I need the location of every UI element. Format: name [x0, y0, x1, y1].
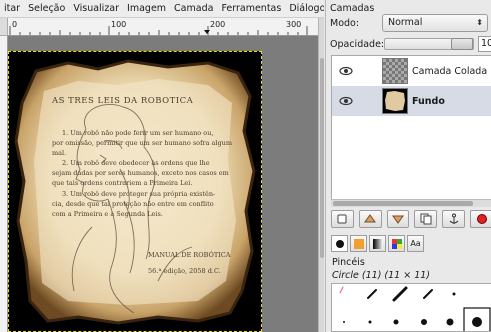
opacity-slider[interactable] — [384, 38, 474, 50]
menu-item-tools[interactable]: Ferramentas — [217, 0, 285, 17]
page-footer-edition: 56.ª edição, 2058 d.C. — [148, 267, 221, 275]
image-canvas[interactable]: AS TRES LEIS DA ROBOTICA 1. Um robô não … — [8, 36, 318, 332]
menu-item-view[interactable]: Visualizar — [69, 0, 123, 17]
ruler-label-300: 300 — [286, 20, 301, 29]
lower-layer-button[interactable] — [386, 210, 410, 228]
brush-info: Circle (11) (11 × 11) — [332, 270, 431, 281]
horizontal-ruler[interactable]: 0 100 200 300 — [8, 18, 318, 36]
opacity-label: Opacidade: — [330, 39, 385, 50]
page-line-6: que tais ordens contrariem a Primeira Le… — [52, 179, 193, 187]
gradient-icon — [372, 238, 383, 249]
chain-slot[interactable] — [360, 86, 382, 116]
menu-item-image[interactable]: Imagem — [123, 0, 170, 17]
tab-palettes[interactable] — [388, 235, 405, 252]
tab-gradients[interactable] — [369, 235, 386, 252]
menu-item-edit[interactable]: itar — [0, 0, 24, 17]
page-line-8: cia, desde que tal proteção não entre em… — [52, 200, 214, 208]
chain-slot[interactable] — [360, 56, 382, 86]
brushes-title: Pincéis — [332, 257, 365, 268]
dock-title: Camadas — [330, 3, 375, 14]
page-line-1: 1. Um robô não pode ferir um ser humano … — [62, 129, 214, 137]
page-line-7: 3. Um robô deve proteger sua própria exi… — [62, 190, 216, 198]
duplicate-icon — [420, 213, 432, 225]
duplicate-layer-button[interactable] — [414, 210, 438, 228]
page-line-9: com a Primeira e a Segunda Leis. — [52, 210, 163, 218]
tab-fonts[interactable]: Aa — [407, 235, 424, 252]
layers-dock: Camadas Modo: Normal ⬍ Opacidade: 10 Cam… — [325, 0, 491, 332]
mode-value: Normal — [388, 17, 423, 28]
arrow-down-icon — [392, 215, 405, 224]
layer-thumbnail-background — [382, 88, 408, 114]
eye-icon[interactable] — [332, 96, 360, 106]
menu-item-layer[interactable]: Camada — [170, 0, 217, 17]
dockable-tabs: Aa — [331, 235, 424, 253]
mode-label: Modo: — [330, 18, 360, 29]
layers-scroll-thumb[interactable] — [333, 201, 473, 206]
layers-horizontal-scrollbar[interactable] — [331, 199, 491, 207]
canvas-vertical-scrollbar[interactable] — [318, 18, 324, 332]
spin-arrows-icon: ⬍ — [476, 18, 483, 27]
page-line-3: mal. — [52, 149, 67, 157]
brush-circle-icon — [335, 239, 344, 248]
page-title: AS TRES LEIS DA ROBOTICA — [52, 96, 194, 106]
delete-layer-button[interactable] — [470, 210, 491, 228]
palette-grid-icon — [391, 238, 402, 249]
layers-toolbar — [331, 209, 491, 229]
menubar: itar Seleção Visualizar Imagem Camada Fe… — [0, 0, 324, 18]
layers-list: Camada Colada Fundo — [331, 55, 491, 207]
layer-name-pasted: Camada Colada — [412, 65, 488, 77]
layer-thumbnail-pasted — [382, 58, 408, 84]
ruler-ticks: 0 100 200 300 — [9, 20, 308, 35]
delete-icon — [476, 214, 487, 224]
layer-row-background[interactable]: Fundo — [332, 86, 491, 116]
page-line-5: sejam dadas por seres humanos, exceto no… — [52, 169, 229, 177]
raise-layer-button[interactable] — [358, 210, 382, 228]
arrow-up-icon — [364, 214, 377, 223]
image-burnt-paper: AS TRES LEIS DA ROBOTICA 1. Um robô não … — [8, 51, 262, 332]
pattern-icon — [353, 238, 364, 249]
ruler-label-0: 0 — [12, 20, 17, 29]
brushes-grid[interactable] — [331, 283, 491, 332]
brush-presets-preview — [339, 286, 491, 331]
vertical-ruler[interactable] — [0, 36, 8, 332]
ruler-corner[interactable] — [0, 18, 8, 36]
anchor-layer-button[interactable] — [442, 210, 466, 228]
tab-brushes[interactable] — [331, 235, 348, 252]
eye-icon[interactable] — [332, 66, 360, 76]
mode-select[interactable]: Normal ⬍ — [382, 14, 488, 32]
anchor-icon — [449, 213, 459, 224]
page-footer-title: MANUAL DE ROBÓTICA — [148, 251, 231, 259]
ruler-label-100: 100 — [111, 20, 126, 29]
menu-item-select[interactable]: Seleção — [24, 0, 69, 17]
layer-name-background: Fundo — [412, 95, 445, 107]
tab-patterns[interactable] — [350, 235, 367, 252]
ruler-label-200: 200 — [210, 20, 225, 29]
new-layer-button[interactable] — [331, 210, 354, 228]
page-line-4: 2. Um robô deve obedecer às ordens que l… — [62, 159, 210, 167]
canvas-scroll-thumb[interactable] — [320, 58, 324, 258]
page-line-2: por omissão, permitir que um ser humano … — [52, 139, 232, 147]
menu-item-dialogs[interactable]: Diálogos — [285, 0, 324, 17]
gimp-window: itar Seleção Visualizar Imagem Camada Fe… — [0, 0, 491, 332]
layer-row-pasted[interactable]: Camada Colada — [332, 56, 491, 86]
opacity-slider-knob[interactable] — [451, 38, 473, 50]
new-layer-icon — [337, 214, 347, 224]
opacity-value-field[interactable]: 10 — [478, 36, 491, 52]
